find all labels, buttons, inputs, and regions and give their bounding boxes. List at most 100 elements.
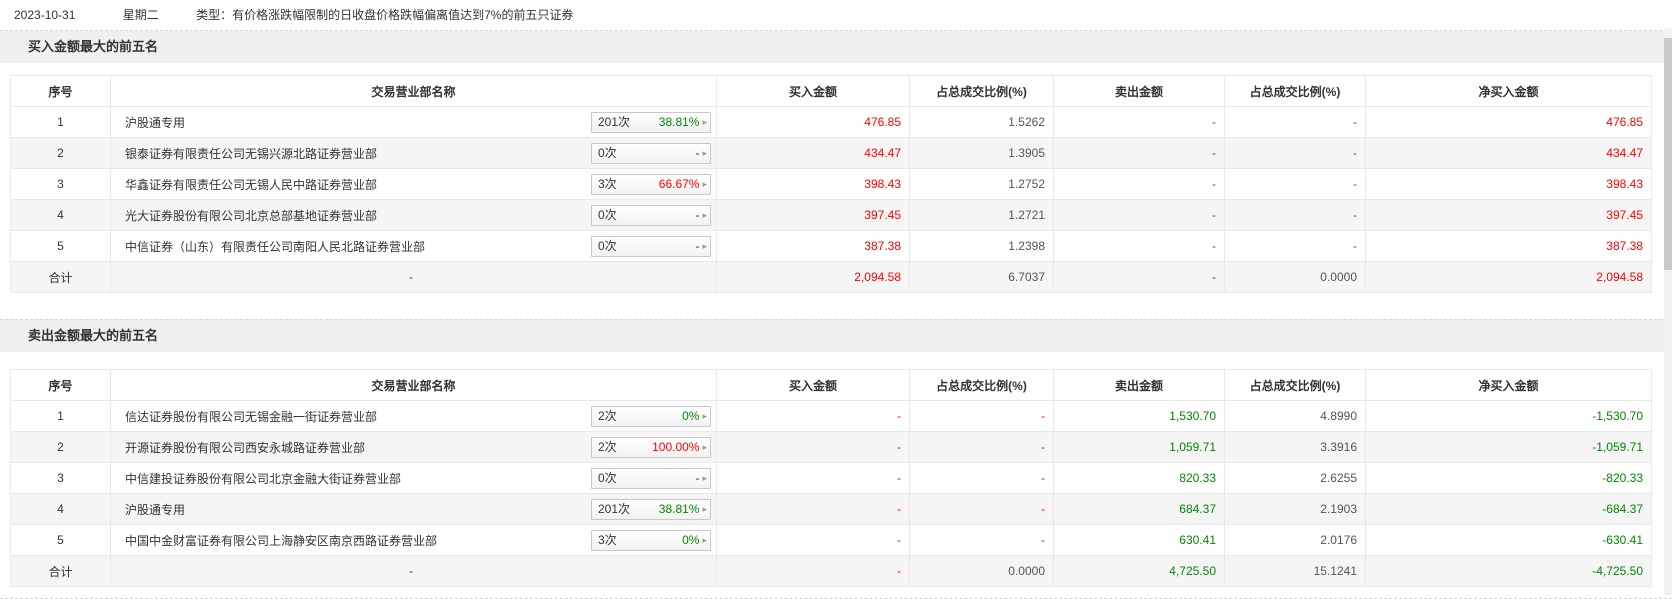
buy-ratio-cell: - <box>909 462 1054 494</box>
branch-name: 开源证券股份有限公司西安永城路证券营业部 <box>125 440 366 455</box>
net-amount-cell: -820.33 <box>1365 462 1652 494</box>
success-rate: - <box>695 207 700 222</box>
lhb-history-badge[interactable]: 0次 - ▸ <box>591 467 711 489</box>
success-rate: - <box>695 470 700 485</box>
sell-amount-cell: 4,725.50 <box>1053 555 1225 587</box>
sell-section-band: 卖出金额最大的前五名 <box>0 319 1672 352</box>
sell-amount-cell: - <box>1053 261 1225 293</box>
net-amount-cell: -1,530.70 <box>1365 400 1652 432</box>
col-branch-name: 交易营业部名称 <box>110 75 717 107</box>
buy-ratio-cell: 6.7037 <box>909 261 1054 293</box>
sell-amount-cell: 684.37 <box>1053 493 1225 525</box>
branch-name-cell: 中信证券（山东）有限责任公司南阳人民北路证券营业部 0次 - ▸ <box>110 230 717 262</box>
col-net-amount: 净买入金额 <box>1365 75 1652 107</box>
row-seq: 4 <box>10 493 111 525</box>
total-row: 合计 - -0.0000 4,725.50 15.1241 -4,725.50 <box>10 555 1652 587</box>
branch-name: 信达证券股份有限公司无锡金融一街证券营业部 <box>125 409 378 424</box>
col-sell-amount: 卖出金额 <box>1053 369 1225 401</box>
date-type-bar: 2023-10-31 星期二 类型：有价格涨跌幅限制的日收盘价格跌幅偏离值达到7… <box>0 0 1672 31</box>
branch-name-cell: 华鑫证券有限责任公司无锡人民中路证券营业部 3次 66.67% ▸ <box>110 168 717 200</box>
buy-section-band: 买入金额最大的前五名 <box>0 31 1672 63</box>
table-row: 5 中信证券（山东）有限责任公司南阳人民北路证券营业部 0次 - ▸ 387.38 1.23… <box>10 230 1652 262</box>
branch-name: 银泰证券有限责任公司无锡兴源北路证券营业部 <box>125 146 378 161</box>
buy-ratio-cell: - <box>909 431 1054 463</box>
col-seq: 序号 <box>10 369 111 401</box>
branch-name-cell: 沪股通专用 201次 38.81% ▸ <box>110 106 717 138</box>
branch-name-cell: 信达证券股份有限公司无锡金融一街证券营业部 2次 0% ▸ <box>110 400 717 432</box>
success-rate: 38.81% <box>658 114 700 129</box>
branch-name-cell: 沪股通专用 201次 38.81% ▸ <box>110 493 717 525</box>
lhb-history-badge[interactable]: 201次 38.81% ▸ <box>591 111 711 133</box>
buy-ratio-cell: 1.2398 <box>909 230 1054 262</box>
buy-amount-cell: 2,094.58 <box>716 261 910 293</box>
branch-name: 中信证券（山东）有限责任公司南阳人民北路证券营业部 <box>125 239 426 254</box>
buy-ratio-cell: 1.3905 <box>909 137 1054 169</box>
buy-ratio-cell: 1.5262 <box>909 106 1054 138</box>
success-rate: - <box>695 145 700 160</box>
branch-name-cell: 光大证券股份有限公司北京总部基地证券营业部 0次 - ▸ <box>110 199 717 231</box>
sell-ratio-cell: 3.3916 <box>1224 431 1366 463</box>
buy-amount-cell: - <box>716 462 910 494</box>
buy-amount-cell: - <box>716 524 910 556</box>
table-row: 1 沪股通专用 201次 38.81% ▸ 476.85 1.5262- -476.85 <box>10 106 1652 138</box>
success-rate: 66.67% <box>658 176 700 191</box>
lhb-history-badge[interactable]: 0次 - ▸ <box>591 235 711 257</box>
sell-ratio-cell: - <box>1224 199 1366 231</box>
row-seq: 3 <box>10 168 111 200</box>
sell-ratio-cell: 2.6255 <box>1224 462 1366 494</box>
sell-amount-cell: - <box>1053 199 1225 231</box>
appearance-count: 0次 <box>598 470 617 485</box>
net-amount-cell: 476.85 <box>1365 106 1652 138</box>
lhb-history-badge[interactable]: 0次 - ▸ <box>591 204 711 226</box>
scrollbar-thumb[interactable] <box>1664 38 1672 270</box>
caret-right-icon: ▸ <box>702 534 707 545</box>
sell-table-body: 1 信达证券股份有限公司无锡金融一街证券营业部 2次 0% ▸ - -1,530.70 4.8… <box>10 400 1652 587</box>
success-rate: 0% <box>682 408 700 423</box>
sell-table: 序号 交易营业部名称 买入金额 占总成交比例(%) 卖出金额 占总成交比例(%)… <box>10 369 1652 587</box>
vertical-scrollbar[interactable] <box>1664 28 1672 595</box>
buy-section-title: 买入金额最大的前五名 <box>28 39 159 54</box>
total-label: 合计 <box>10 555 111 587</box>
lhb-history-badge[interactable]: 2次 0% ▸ <box>591 405 711 427</box>
lhb-history-badge[interactable]: 0次 - ▸ <box>591 142 711 164</box>
lhb-history-badge[interactable]: 201次 38.81% ▸ <box>591 498 711 520</box>
branch-name: - <box>409 564 413 578</box>
row-seq: 2 <box>10 137 111 169</box>
list-type-label: 类型： <box>196 8 233 22</box>
col-sell-ratio: 占总成交比例(%) <box>1224 369 1366 401</box>
appearance-count: 2次 <box>598 439 617 454</box>
branch-name: 沪股通专用 <box>125 115 186 130</box>
appearance-count: 3次 <box>598 532 617 547</box>
buy-table: 序号 交易营业部名称 买入金额 占总成交比例(%) 卖出金额 占总成交比例(%)… <box>10 75 1652 293</box>
buy-amount-cell: - <box>716 400 910 432</box>
branch-name-cell: 开源证券股份有限公司西安永城路证券营业部 2次 100.00% ▸ <box>110 431 717 463</box>
branch-name-cell: 中信建投证券股份有限公司北京金融大街证券营业部 0次 - ▸ <box>110 462 717 494</box>
buy-ratio-cell: 0.0000 <box>909 555 1054 587</box>
branch-name-cell: 中国中金财富证券有限公司上海静安区南京西路证券营业部 3次 0% ▸ <box>110 524 717 556</box>
success-rate: - <box>695 238 700 253</box>
success-rate: 100.00% <box>652 439 700 454</box>
sell-amount-cell: 1,530.70 <box>1053 400 1225 432</box>
sell-ratio-cell: - <box>1224 168 1366 200</box>
buy-amount-cell: 387.38 <box>716 230 910 262</box>
lhb-history-badge[interactable]: 2次 100.00% ▸ <box>591 436 711 458</box>
buy-table-wrap: 序号 交易营业部名称 买入金额 占总成交比例(%) 卖出金额 占总成交比例(%)… <box>10 75 1662 293</box>
sell-amount-cell: - <box>1053 168 1225 200</box>
net-amount-cell: 387.38 <box>1365 230 1652 262</box>
buy-amount-cell: 397.45 <box>716 199 910 231</box>
appearance-count: 2次 <box>598 408 617 423</box>
net-amount-cell: 398.43 <box>1365 168 1652 200</box>
lhb-history-badge[interactable]: 3次 66.67% ▸ <box>591 173 711 195</box>
col-buy-ratio: 占总成交比例(%) <box>909 75 1054 107</box>
sell-ratio-cell: - <box>1224 230 1366 262</box>
lhb-history-badge[interactable]: 3次 0% ▸ <box>591 529 711 551</box>
net-amount-cell: 2,094.58 <box>1365 261 1652 293</box>
sell-section-title: 卖出金额最大的前五名 <box>28 328 159 343</box>
caret-right-icon: ▸ <box>702 209 707 220</box>
net-amount-cell: -1,059.71 <box>1365 431 1652 463</box>
buy-ratio-cell: 1.2752 <box>909 168 1054 200</box>
col-buy-ratio: 占总成交比例(%) <box>909 369 1054 401</box>
col-seq: 序号 <box>10 75 111 107</box>
appearance-count: 0次 <box>598 238 617 253</box>
sell-ratio-cell: 2.0176 <box>1224 524 1366 556</box>
